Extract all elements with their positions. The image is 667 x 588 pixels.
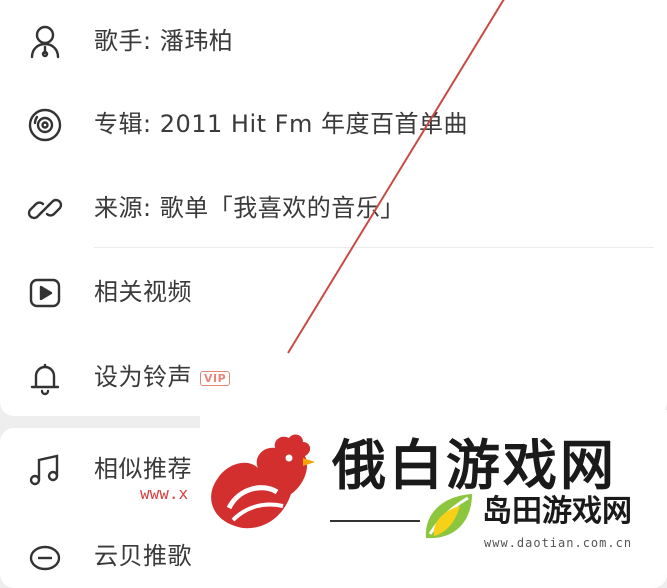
- cloud-shell-icon: [26, 538, 64, 576]
- watermark-underline: [330, 520, 420, 522]
- related-videos-row[interactable]: 相关视频: [0, 261, 667, 321]
- album-label: 专辑: 2011 Hit Fm 年度百首单曲: [94, 110, 468, 138]
- album-row[interactable]: 专辑: 2011 Hit Fm 年度百首单曲: [0, 93, 667, 153]
- watermark-url-partial: www.x: [140, 484, 189, 503]
- cloud-shell-recommend-label: 云贝推歌: [94, 542, 192, 570]
- bell-icon: [26, 359, 64, 397]
- set-ringtone-label: 设为铃声 VIP: [94, 360, 231, 394]
- watermark-url: www.daotian.com.cn: [484, 536, 633, 550]
- vip-badge: VIP: [200, 370, 231, 386]
- set-ringtone-text: 设为铃声: [94, 363, 192, 391]
- watermark-brand: 俄白游戏网: [332, 434, 617, 497]
- singer-label: 歌手: 潘玮柏: [94, 27, 234, 55]
- similar-recommend-label: 相似推荐: [94, 455, 192, 483]
- source-label: 来源: 歌单「我喜欢的音乐」: [94, 194, 405, 222]
- watermark-brand-secondary: 岛田游戏网: [482, 494, 632, 529]
- set-ringtone-row[interactable]: 设为铃声 VIP: [0, 346, 667, 406]
- music-notes-icon: [26, 451, 64, 489]
- rooster-logo-icon: [203, 428, 323, 538]
- leaf-logo-icon: [420, 490, 476, 544]
- album-disc-icon: [26, 106, 64, 144]
- singer-icon: [26, 23, 64, 61]
- source-row[interactable]: 来源: 歌单「我喜欢的音乐」: [0, 177, 667, 237]
- divider: [94, 247, 654, 248]
- link-icon: [26, 190, 64, 228]
- singer-row[interactable]: 歌手: 潘玮柏: [0, 10, 667, 70]
- related-videos-label: 相关视频: [94, 278, 192, 306]
- video-play-icon: [26, 274, 64, 312]
